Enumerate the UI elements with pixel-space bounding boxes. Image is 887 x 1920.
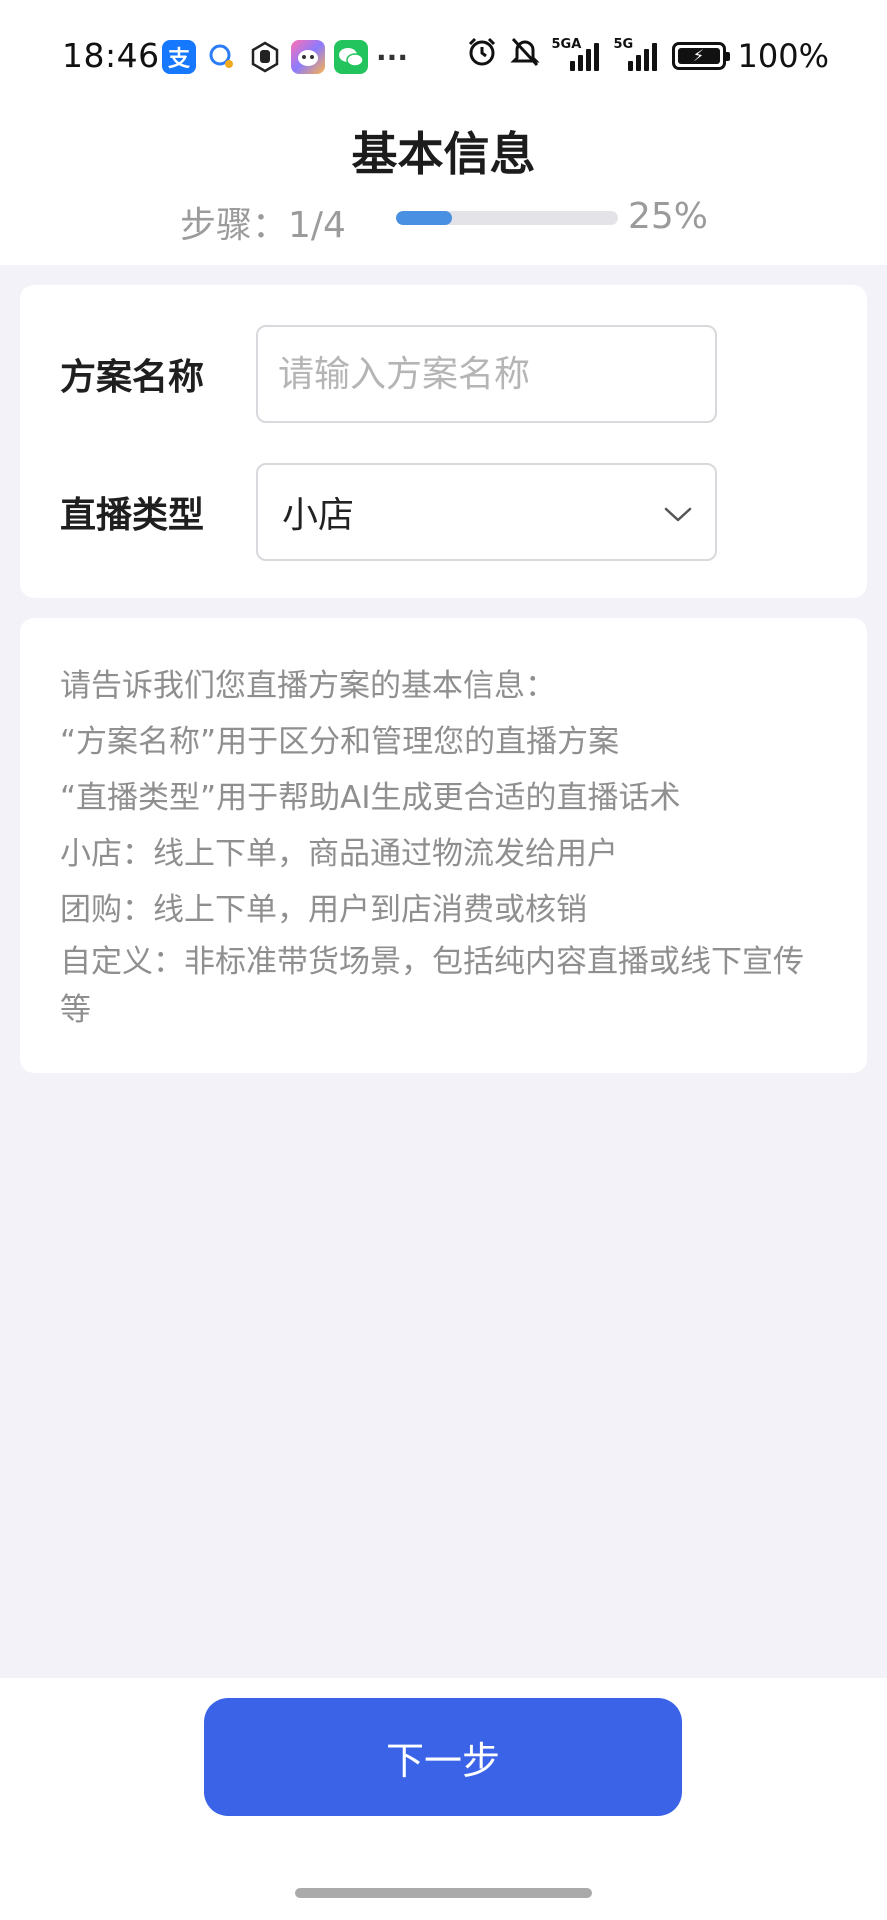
live-type-select[interactable]: 小店 — [256, 463, 717, 561]
battery-icon: ⚡ — [671, 41, 730, 70]
notification-icons: 支 ··· — [162, 40, 408, 74]
wechat-icon — [334, 40, 368, 74]
signal-5g-icon: 5G — [614, 37, 660, 71]
plan-name-field[interactable] — [256, 325, 717, 423]
bell-muted-icon — [509, 36, 540, 75]
info-line-intro: 请告诉我们您直播方案的基本信息： — [60, 668, 556, 704]
more-dots-icon: ··· — [376, 40, 408, 74]
plan-name-label: 方案名称 — [60, 357, 205, 398]
info-line-groupbuy: 团购：线上下单，用户到店消费或核销 — [60, 892, 587, 928]
info-line-custom: 自定义：非标准带货场景，包括纯内容直播或线下宣传等 — [60, 944, 804, 1028]
info-line-plan-name: “方案名称”用于区分和管理您的直播方案 — [60, 724, 620, 760]
top-area: 18:46 支 ··· 5GA 5G ⚡ 100% 基本信息 步骤：1/4 — [0, 0, 887, 265]
signal-5ga-icon: 5GA — [552, 37, 602, 71]
progress-bar — [396, 211, 618, 225]
plan-name-input[interactable] — [278, 353, 715, 395]
progress-fill — [396, 211, 452, 225]
chevron-down-icon — [664, 507, 692, 522]
form-card: 方案名称 直播类型 小店 — [20, 285, 867, 598]
chat-bubble-icon — [205, 40, 239, 74]
hand-icon — [248, 40, 282, 74]
bottom-bar: 下一步 — [0, 1678, 887, 1920]
status-time: 18:46 — [62, 36, 160, 75]
alarm-icon — [466, 36, 498, 75]
info-line-live-type: “直播类型”用于帮助AI生成更合适的直播话术 — [60, 780, 681, 816]
progress-percent: 25% — [628, 196, 709, 237]
info-line-shop: 小店：线上下单，商品通过物流发给用户 — [60, 836, 618, 872]
system-icons: 5GA 5G ⚡ 100% — [466, 36, 829, 75]
next-button[interactable]: 下一步 — [204, 1698, 682, 1816]
live-type-label: 直播类型 — [60, 495, 205, 536]
battery-level: 100% — [737, 36, 829, 75]
info-card: 请告诉我们您直播方案的基本信息： “方案名称”用于区分和管理您的直播方案 “直播… — [20, 618, 867, 1073]
page-title: 基本信息 — [351, 127, 536, 181]
home-indicator[interactable] — [295, 1888, 592, 1898]
alipay-icon: 支 — [162, 40, 196, 74]
face-app-icon — [291, 40, 325, 74]
live-type-row: 直播类型 小店 — [20, 463, 867, 561]
live-type-value: 小店 — [282, 495, 355, 536]
status-bar: 18:46 支 ··· 5GA 5G ⚡ 100% — [0, 0, 887, 112]
step-label: 步骤：1/4 — [180, 205, 346, 246]
plan-name-row: 方案名称 — [20, 325, 867, 423]
